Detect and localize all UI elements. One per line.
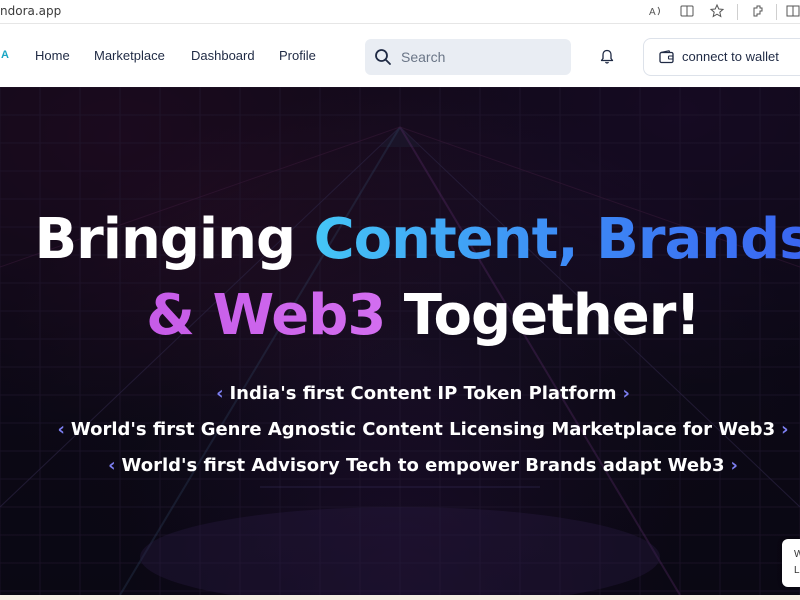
hero-headline-web3: & Web3 — [146, 283, 386, 348]
toolbar-separator — [737, 4, 738, 20]
split-screen-icon[interactable] — [784, 3, 800, 21]
hero-tagline-3: ‹ World's first Advisory Tech to empower … — [0, 455, 800, 476]
nav-link-dashboard[interactable]: Dashboard — [191, 48, 255, 63]
favorite-star-icon[interactable] — [708, 3, 726, 21]
logo[interactable]: A — [1, 49, 9, 61]
toolbar-separator — [776, 4, 777, 20]
hero-tagline-text: World's first Genre Agnostic Content Lic… — [70, 419, 776, 440]
immersive-reader-icon[interactable] — [678, 3, 696, 21]
notification-bell-icon[interactable] — [600, 49, 614, 65]
address-bar-url[interactable]: ndora.app — [0, 4, 61, 18]
svg-text:A: A — [649, 7, 656, 18]
hero-tagline-1: ‹ India's first Content IP Token Platform… — [0, 383, 800, 404]
side-widget-line1: W — [794, 549, 800, 560]
hero-tagline-text: World's first Advisory Tech to empower B… — [121, 455, 725, 476]
wallet-icon — [659, 50, 674, 64]
chevron-left-icon: ‹ — [216, 383, 224, 404]
hero-section: Bringing Content, Brands & Web3 Together… — [0, 87, 800, 595]
nav-link-profile[interactable]: Profile — [279, 48, 316, 63]
browser-toolbar: ndora.app A — [0, 0, 800, 24]
page-bottom-strip — [0, 595, 800, 600]
hero-headline-line2: & Web3 Together! — [0, 283, 800, 348]
nav-link-home[interactable]: Home — [35, 48, 70, 63]
chevron-left-icon: ‹ — [108, 455, 116, 476]
chevron-right-icon: › — [781, 419, 789, 440]
chevron-right-icon: › — [622, 383, 630, 404]
search-box[interactable] — [365, 39, 571, 75]
search-icon — [375, 49, 391, 65]
hero-headline-line1: Bringing Content, Brands — [0, 207, 800, 272]
hero-tagline-text: India's first Content IP Token Platform — [229, 383, 617, 404]
hero-headline-bringing: Bringing — [34, 207, 314, 272]
connect-wallet-button[interactable]: connect to wallet — [643, 38, 800, 76]
search-input[interactable] — [401, 39, 561, 75]
site-navbar: A Home Marketplace Dashboard Profile con… — [0, 24, 800, 87]
extensions-icon[interactable] — [749, 3, 767, 21]
chevron-left-icon: ‹ — [57, 419, 65, 440]
hero-headline-content-brands: Content, Brands — [314, 207, 800, 272]
read-aloud-icon[interactable]: A — [647, 3, 665, 21]
hero-headline-together: Together! — [385, 283, 701, 348]
chevron-right-icon: › — [730, 455, 738, 476]
side-chat-widget[interactable]: W L — [782, 539, 800, 587]
side-widget-line2: L — [794, 565, 800, 576]
nav-link-marketplace[interactable]: Marketplace — [94, 48, 165, 63]
connect-wallet-label: connect to wallet — [682, 49, 779, 64]
hero-tagline-2: ‹ World's first Genre Agnostic Content Li… — [0, 419, 800, 440]
